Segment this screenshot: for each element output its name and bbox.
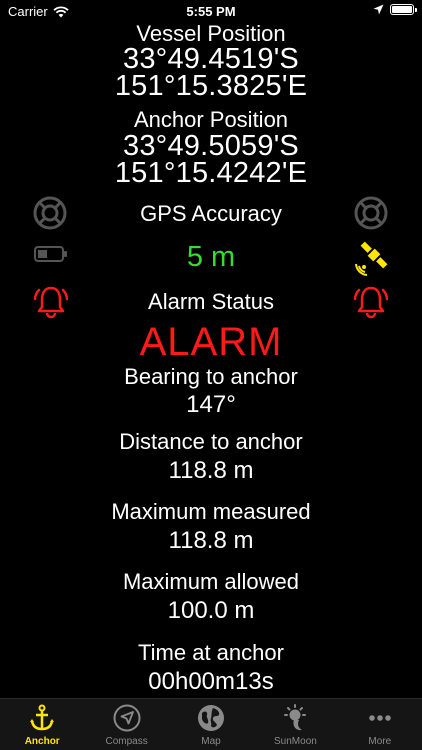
tab-label: SunMoon — [274, 736, 317, 747]
tab-map[interactable]: Map — [169, 699, 253, 750]
tab-more[interactable]: More — [338, 699, 422, 750]
location-arrow-icon — [373, 4, 384, 15]
alarm-bell-icon[interactable] — [32, 282, 70, 320]
lifebuoy-icon[interactable] — [353, 195, 389, 231]
time-at-anchor-value: 00h00m13s — [148, 668, 274, 695]
status-time: 5:55 PM — [186, 4, 236, 19]
globe-icon — [198, 705, 225, 731]
tab-sunmoon[interactable]: SunMoon — [253, 699, 337, 750]
more-icon — [369, 715, 391, 721]
sun-moon-icon — [284, 704, 307, 731]
tab-label: Compass — [105, 736, 148, 747]
status-right — [373, 4, 417, 15]
anchor-longitude: 151°15.4242'E — [114, 157, 308, 189]
tab-label: Anchor — [24, 736, 60, 747]
tab-anchor[interactable]: Anchor — [0, 699, 84, 750]
bearing-value: 147° — [186, 391, 236, 418]
bearing-label: Bearing to anchor — [124, 364, 298, 389]
distance-value: 118.8 m — [168, 457, 254, 484]
status-bar: Carrier 5:55 PM — [0, 0, 422, 22]
vessel-position-label: Vessel Position — [136, 21, 286, 46]
satellite-icon — [355, 241, 388, 276]
max-allowed-value: 100.0 m — [167, 597, 255, 624]
vessel-longitude: 151°15.3825'E — [114, 70, 308, 102]
lifebuoy-icon[interactable] — [32, 195, 68, 231]
anchor-position-label: Anchor Position — [133, 107, 289, 132]
max-allowed-label: Maximum allowed — [122, 569, 300, 594]
max-measured-value: 118.8 m — [168, 527, 254, 554]
battery-icon — [390, 4, 417, 15]
tab-label: Map — [201, 736, 221, 747]
tab-bar: Anchor Compass Map SunMoon More — [0, 698, 422, 750]
compass-icon — [113, 704, 141, 732]
battery-low-icon — [34, 246, 67, 262]
distance-label: Distance to anchor — [119, 429, 303, 454]
vessel-latitude: 33°49.4519'S — [123, 43, 299, 75]
time-at-anchor-label: Time at anchor — [138, 640, 284, 665]
tab-compass[interactable]: Compass — [84, 699, 168, 750]
anchor-latitude: 33°49.5059'S — [123, 130, 299, 162]
alarm-bell-icon[interactable] — [352, 282, 390, 320]
tab-label: More — [368, 736, 392, 747]
anchor-icon — [30, 704, 55, 731]
alarm-status-value: ALARM — [139, 320, 283, 364]
max-measured-label: Maximum measured — [111, 499, 311, 524]
